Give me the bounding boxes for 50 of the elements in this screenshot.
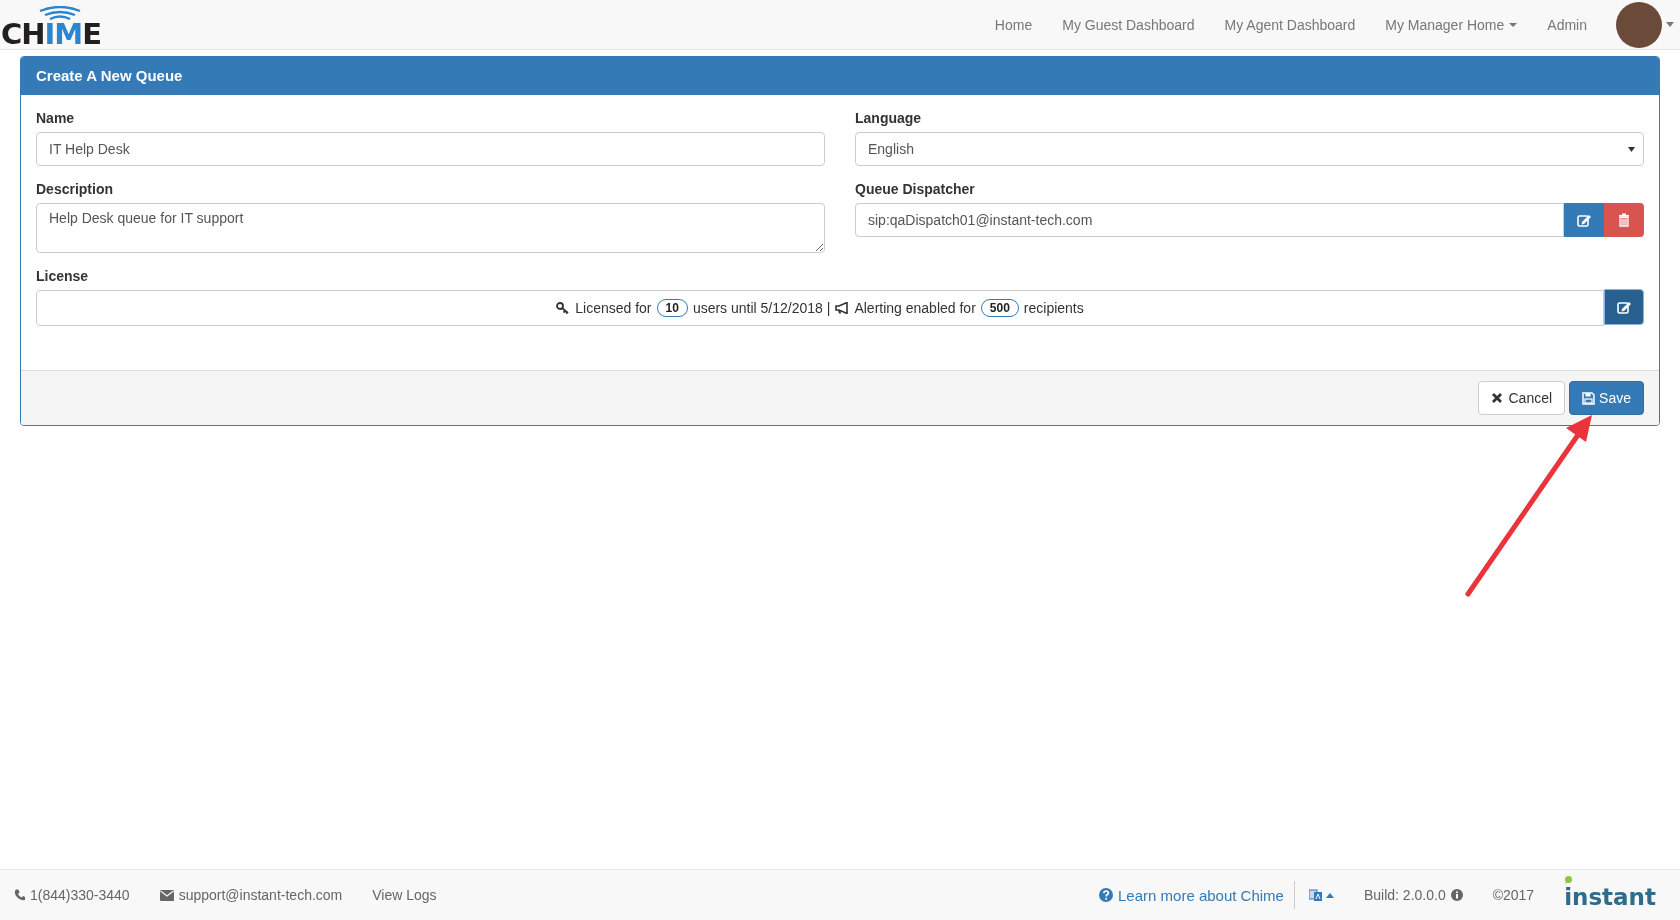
caret-up-icon bbox=[1325, 892, 1334, 898]
cancel-button[interactable]: Cancel bbox=[1478, 381, 1566, 415]
help-icon bbox=[1099, 888, 1113, 902]
license-text: Licensed for bbox=[575, 300, 652, 316]
build-version: Build: 2.0.0.0 bbox=[1363, 887, 1463, 903]
email-link[interactable]: support@instant-tech.com bbox=[159, 887, 343, 903]
nav-link[interactable]: Home bbox=[979, 16, 1048, 33]
field-label: Language bbox=[855, 110, 923, 126]
field-label: Queue Dispatcher bbox=[855, 181, 976, 197]
envelope-icon bbox=[159, 889, 174, 901]
avatar[interactable] bbox=[1616, 1, 1662, 48]
nav-link[interactable]: My Guest Dashboard bbox=[1047, 16, 1210, 33]
speech-dot-icon bbox=[1564, 876, 1574, 884]
caret-icon bbox=[1666, 22, 1674, 27]
phone-icon bbox=[14, 889, 25, 901]
signal-arcs-icon bbox=[38, 5, 82, 20]
view-logs-link[interactable]: View Logs bbox=[372, 887, 437, 903]
brand-logo: instant bbox=[1564, 880, 1656, 910]
copyright-text: ©2017 bbox=[1492, 887, 1535, 903]
field-label: Description bbox=[36, 181, 114, 197]
translate-button[interactable] bbox=[1308, 888, 1334, 902]
edit-button[interactable] bbox=[1564, 203, 1604, 237]
key-icon bbox=[556, 302, 571, 314]
dispatcher-input[interactable]: sip:qaDispatch01@instant-tech.com bbox=[855, 203, 1564, 237]
language-select[interactable]: English bbox=[855, 132, 1644, 166]
nav-link[interactable]: My Manager Home bbox=[1370, 16, 1533, 33]
field-label: Name bbox=[36, 110, 76, 126]
license-text: users until 5/12/2018 | bbox=[692, 300, 831, 316]
edit-icon bbox=[1616, 300, 1632, 314]
close-icon bbox=[1491, 391, 1505, 405]
caret-icon bbox=[1628, 146, 1635, 152]
edit-icon bbox=[1576, 213, 1592, 227]
panel-title: Create A New Queue bbox=[21, 57, 1659, 95]
learn-more-link[interactable]: Learn more about Chime bbox=[1099, 886, 1284, 904]
field-label: License bbox=[36, 268, 90, 284]
description-textarea[interactable]: Help Desk queue for IT support bbox=[36, 203, 825, 253]
name-input[interactable]: IT Help Desk bbox=[36, 132, 825, 166]
edit-button[interactable] bbox=[1604, 289, 1644, 325]
megaphone-icon bbox=[835, 302, 850, 314]
license-text: recipients bbox=[1023, 300, 1084, 316]
license-text: Alerting enabled for bbox=[854, 300, 976, 316]
trash-icon bbox=[1618, 213, 1630, 227]
translate-icon bbox=[1308, 888, 1323, 902]
delete-button[interactable] bbox=[1604, 203, 1644, 237]
phone-number: 1(844)330-3440 bbox=[14, 887, 130, 903]
logo-text: CHIME bbox=[1, 19, 101, 48]
info-icon bbox=[1450, 889, 1463, 901]
save-button[interactable]: Save bbox=[1569, 381, 1644, 415]
nav-link[interactable]: My Agent Dashboard bbox=[1209, 16, 1371, 33]
nav-link[interactable]: Admin bbox=[1532, 16, 1602, 33]
